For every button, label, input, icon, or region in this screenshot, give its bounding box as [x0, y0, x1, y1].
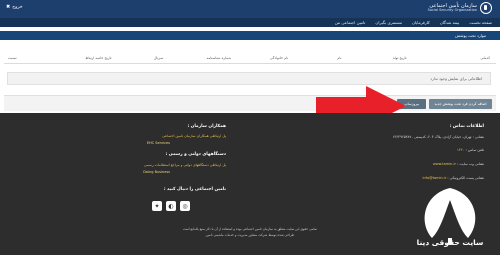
logo[interactable]: سازمان تأمین اجتماعی Social Security Org…: [428, 2, 492, 14]
contact-email-link[interactable]: info@tamin.ir: [423, 176, 447, 180]
add-dependent-button[interactable]: اضافه کردن فرد تحت پوشش جدید: [429, 99, 492, 109]
nav-item-my-tamin[interactable]: تامین اجتماعی من: [335, 20, 366, 25]
column-header[interactable]: نسبت: [4, 52, 68, 63]
column-header[interactable]: نام: [309, 52, 369, 63]
contact-site-link[interactable]: www.tamin.ir: [433, 162, 456, 166]
logo-title-en: Social Security Organization: [427, 7, 477, 12]
exit-button[interactable]: خروج ✖: [6, 4, 23, 10]
nav-item-pensioners[interactable]: مستمری بگیران: [375, 20, 402, 25]
table-header: کدملی تاریخ تولد نام نام خانوادگی شماره …: [4, 52, 496, 64]
dependents-table: کدملی تاریخ تولد نام نام خانوادگی شماره …: [0, 43, 500, 111]
contact-email-row: نشانی پست الکترونیکی : info@tamin.ir: [423, 176, 484, 180]
gov-title: دستگاههای دولتی و رسمی :: [165, 152, 226, 157]
partners-title: همکاران سازمان :: [187, 124, 226, 129]
main-nav: صفحه نخست بیمه شدگان کارفرمایان مستمری ب…: [0, 18, 500, 27]
panel-title: موارد تحت پوشش: [0, 31, 500, 40]
eitaa-icon[interactable]: ◐: [166, 201, 176, 211]
column-header[interactable]: کدملی: [430, 52, 496, 63]
contact-phone-label: تلفن تماس :: [465, 148, 484, 152]
contact-title: اطلاعات تماس :: [449, 124, 484, 129]
partners-link-sub[interactable]: EHC Services: [147, 141, 170, 145]
copyright-line-2: طراحی شده توسط شرکت مشاور مدیریت و خدمات…: [205, 233, 295, 237]
nav-item-employers[interactable]: کارفرمایان: [412, 20, 430, 25]
column-header[interactable]: سریال: [129, 52, 189, 63]
contact-phone[interactable]: ۱۴۲۰: [457, 148, 465, 152]
column-header[interactable]: تاریخ خاتمه ارتباط: [68, 52, 128, 63]
contact-site-label: نشانی وب سایت :: [457, 162, 484, 166]
contact-email-label: نشانی پست الکترونیکی :: [447, 176, 484, 180]
watermark-text: سایت حقوقی دینا: [416, 238, 484, 247]
copyright: تمامی حقوق این سایت متعلق به سازمان تامی…: [120, 226, 380, 238]
column-header[interactable]: تاریخ تولد: [370, 52, 430, 63]
gov-link-sub[interactable]: Doing Business: [143, 170, 170, 174]
gov-link[interactable]: پل ارتباطی دستگاههای دولتی و مراجع استعل…: [144, 163, 226, 167]
contact-phone-row: تلفن تماس : ۱۴۲۰: [457, 148, 484, 152]
logo-icon: [480, 2, 492, 14]
column-header[interactable]: نام خانوادگی: [249, 52, 309, 63]
contact-site-row: نشانی وب سایت : www.tamin.ir: [433, 162, 484, 166]
close-icon: ✖: [6, 4, 11, 10]
social-links: ◎ ◐ ✦: [152, 201, 190, 211]
exit-label: خروج: [12, 4, 23, 10]
action-bar: اضافه کردن فرد تحت پوشش جدید بیروزسانی: [4, 95, 496, 111]
nav-item-insured[interactable]: بیمه شدگان: [440, 20, 460, 25]
empty-message: اطلاعاتی برای نمایش وجود ندارد: [7, 72, 491, 85]
nav-item-home[interactable]: صفحه نخست: [469, 20, 492, 25]
partners-link[interactable]: پل ارتباطی همکاران سازمان تامین اجتماعی: [162, 134, 226, 138]
top-header: سازمان تأمین اجتماعی Social Security Org…: [0, 0, 500, 18]
instagram-icon[interactable]: ◎: [180, 201, 190, 211]
contact-address: نشانی : تهران، خیابان آزادی، پلاک ۲۰۴، ک…: [392, 135, 484, 139]
social-title: تامین اجتماعی را دنبال کنید :: [163, 187, 226, 192]
bale-icon[interactable]: ✦: [152, 201, 162, 211]
column-header[interactable]: شماره شناسنامه: [189, 52, 249, 63]
